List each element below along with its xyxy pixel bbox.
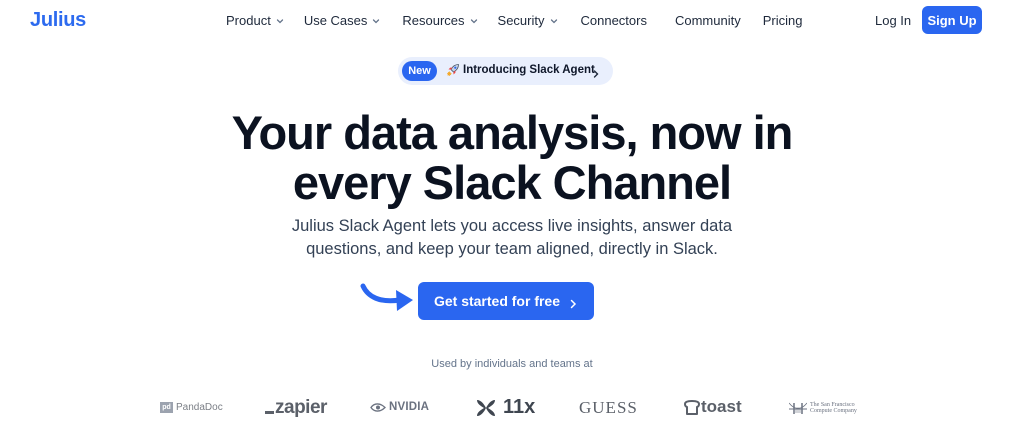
nav-item-pricing[interactable]: Pricing xyxy=(763,13,803,28)
nav-item-label: Security xyxy=(497,13,545,28)
sf-compute-line2: Compute Company xyxy=(810,407,857,414)
main-menu: Product Use Cases Resources Security Con… xyxy=(226,13,802,28)
nvidia-eye-icon xyxy=(370,402,386,413)
guess-logo: GUESS xyxy=(579,398,638,418)
bridge-icon xyxy=(788,401,808,414)
nvidia-logo: NVIDIA xyxy=(370,401,429,413)
pandadoc-logo: pd PandaDoc xyxy=(160,402,223,413)
11x-wordmark: 11x xyxy=(503,396,536,418)
get-started-button[interactable]: Get started for free xyxy=(418,282,594,320)
announcement-text: Introducing Slack Agent xyxy=(463,64,595,76)
nav-item-product[interactable]: Product xyxy=(226,13,285,28)
announcement-pill[interactable]: New Introducing Slack Agent xyxy=(398,57,613,85)
chevron-right-icon xyxy=(591,66,601,78)
11x-logo: 11x xyxy=(475,396,535,419)
zapier-logo: zapier xyxy=(265,397,327,419)
signup-button[interactable]: Sign Up xyxy=(922,6,982,34)
hero-title-line2: every Slack Channel xyxy=(292,156,732,209)
new-badge: New xyxy=(402,61,437,81)
nvidia-wordmark: NVIDIA xyxy=(389,401,430,413)
hero-subtitle-line1: Julius Slack Agent lets you access live … xyxy=(291,217,733,235)
curved-arrow-icon xyxy=(360,283,416,315)
chevron-right-icon xyxy=(568,296,578,309)
zapier-wordmark: zapier xyxy=(275,397,327,418)
nav-item-label: Community xyxy=(674,13,741,28)
nav-item-label: Pricing xyxy=(762,13,803,28)
hero-subtitle-line2: questions, and keep your team aligned, d… xyxy=(306,240,718,258)
social-proof-caption: Used by individuals and teams at xyxy=(431,358,593,370)
hero-subtitle: Julius Slack Agent lets you access live … xyxy=(0,215,1024,261)
nav-item-label: Use Cases xyxy=(303,13,368,28)
sf-compute-wordmark: The San Francisco Compute Company xyxy=(810,402,857,414)
chevron-down-icon xyxy=(371,16,381,26)
login-link[interactable]: Log In xyxy=(875,13,911,28)
nav-item-label: Resources xyxy=(402,13,465,28)
julius-logo[interactable]: Julius xyxy=(30,9,86,32)
nav-item-label: Connectors xyxy=(580,13,647,28)
hero-title: Your data analysis, now in every Slack C… xyxy=(0,108,1024,208)
chevron-down-icon xyxy=(469,16,479,26)
nav-item-connectors[interactable]: Connectors xyxy=(581,13,647,28)
chevron-down-icon xyxy=(275,16,285,26)
nav-item-security[interactable]: Security xyxy=(498,13,559,28)
nav-item-resources[interactable]: Resources xyxy=(402,13,478,28)
guess-wordmark: GUESS xyxy=(579,398,638,417)
toast-logo: toast xyxy=(684,397,742,417)
pandadoc-wordmark: PandaDoc xyxy=(176,402,223,413)
customer-logos: pd PandaDoc zapier NVIDIA 11x GUESS toas… xyxy=(0,392,1024,426)
11x-mark-icon xyxy=(475,398,497,418)
nav-item-community[interactable]: Community xyxy=(675,13,741,28)
pandadoc-mark: pd xyxy=(160,402,173,413)
rocket-icon xyxy=(446,63,460,77)
toast-wordmark: toast xyxy=(701,397,742,416)
chevron-down-icon xyxy=(549,16,559,26)
get-started-label: Get started for free xyxy=(433,293,561,309)
nav-item-label: Product xyxy=(226,13,271,28)
top-nav: Julius Product Use Cases Resources Secur… xyxy=(0,0,1024,40)
hero-title-line1: Your data analysis, now in xyxy=(231,106,794,159)
toast-mark-icon xyxy=(684,399,700,415)
sf-compute-logo: The San Francisco Compute Company xyxy=(788,401,857,414)
zapier-dash xyxy=(265,410,274,414)
nav-item-use-cases[interactable]: Use Cases xyxy=(304,13,382,28)
